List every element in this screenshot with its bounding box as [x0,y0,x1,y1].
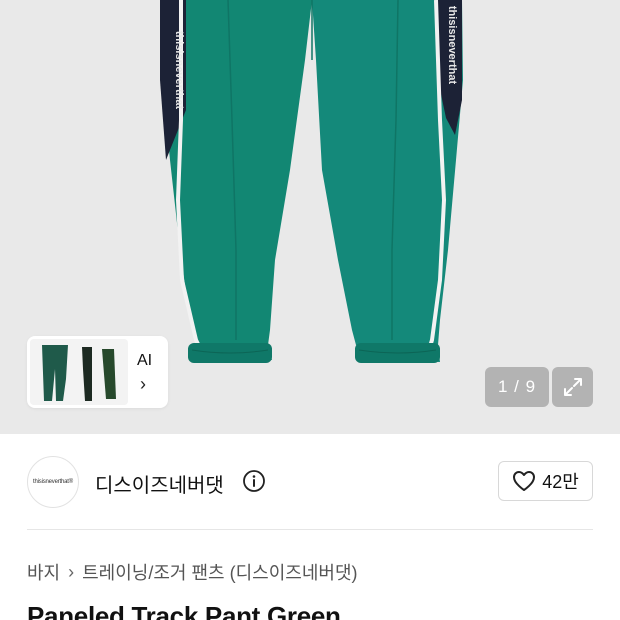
svg-text:thisisneverthat: thisisneverthat [446,6,458,85]
breadcrumb: 바지 › 트레이닝/조거 팬츠 (디스이즈네버댓) [27,559,358,585]
brand-name[interactable]: 디스이즈네버댓 [95,469,224,498]
product-image-gallery[interactable]: thisisneverthat thisisneverthat AI › 1 /… [0,0,620,434]
chevron-right-icon: › [140,374,146,394]
breadcrumb-item-training-jogger[interactable]: 트레이닝/조거 팬츠 (디스이즈네버댓) [82,559,357,585]
svg-text:thisisneverthat: thisisneverthat [173,31,185,110]
section-divider [27,529,593,530]
expand-arrows-icon [563,378,582,396]
image-counter: 1 / 9 [485,367,549,407]
ai-thumbnail [30,339,128,405]
heart-outline-icon [513,471,536,491]
brand-logo-text: thisisneverthat® [33,479,73,485]
info-circle-icon[interactable] [242,469,266,493]
breadcrumb-item-pants[interactable]: 바지 [27,559,60,585]
like-count: 42만 [542,472,579,492]
ai-thumbnail-image [30,339,128,405]
like-button[interactable]: 42만 [498,461,593,501]
brand-row: thisisneverthat® 디스이즈네버댓 42만 [0,434,620,530]
chevron-right-icon: › [68,561,75,582]
ai-recommendation-card[interactable]: AI › [27,336,168,408]
brand-logo[interactable]: thisisneverthat® [27,456,79,508]
expand-button[interactable] [552,367,593,407]
product-title: Paneled Track Pant Green [27,601,341,620]
ai-label: AI [137,352,153,369]
